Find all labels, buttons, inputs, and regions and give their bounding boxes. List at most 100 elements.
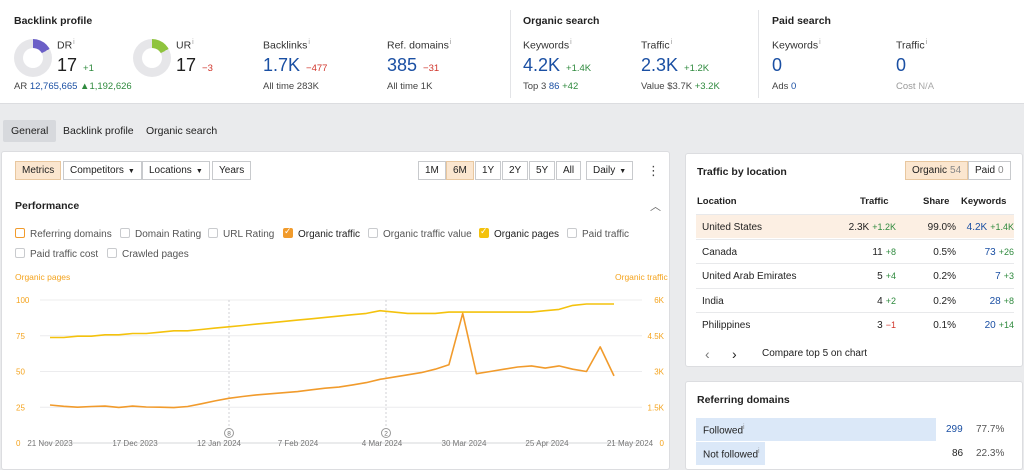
- tab-backlink-profile[interactable]: Backlink profile: [55, 120, 142, 142]
- paid-traffic-value[interactable]: 0: [896, 55, 906, 76]
- ar-value[interactable]: 12,765,665: [30, 81, 78, 92]
- x-tick-label: 30 Mar 2024: [442, 439, 487, 448]
- not-followed-label: Not followed: [703, 449, 759, 461]
- ref-row-followed[interactable]: Followedi 299 77.7%: [696, 418, 1014, 441]
- range-all[interactable]: All: [556, 161, 582, 180]
- metrics-button[interactable]: Metrics: [15, 161, 62, 180]
- x-tick-label: 21 May 2024: [607, 439, 654, 448]
- paid-search-title: Paid search: [772, 15, 831, 27]
- locations-dropdown[interactable]: Locations ▼: [142, 161, 210, 180]
- chevron-down-icon: ▼: [619, 168, 627, 175]
- traffic-by-location-title: Traffic by location: [697, 166, 787, 178]
- divider: [758, 10, 759, 98]
- paid-toggle[interactable]: Paid 0: [968, 161, 1011, 180]
- not-followed-value: 86: [952, 448, 964, 459]
- organic-traffic-label[interactable]: Traffici: [641, 39, 672, 52]
- location-keywords[interactable]: 4.2K +1.4K: [967, 222, 1014, 233]
- tab-general[interactable]: General: [3, 120, 57, 142]
- traffic-by-location-panel: Traffic by location Organic 54 Paid 0 Loca…: [685, 153, 1023, 367]
- checkbox-domain-rating[interactable]: Domain Rating: [120, 228, 201, 242]
- location-row[interactable]: India 4 +2 0.2% 28 +8: [696, 287, 1014, 312]
- more-options-icon[interactable]: ⋮: [647, 164, 660, 180]
- backlink-profile-title: Backlink profile: [14, 15, 93, 27]
- x-tick-label: 25 Apr 2024: [525, 439, 569, 448]
- followed-label: Followed: [703, 425, 744, 437]
- checkbox-paid-traffic[interactable]: Paid traffic: [567, 228, 629, 242]
- col-keywords[interactable]: Keywords: [961, 196, 1006, 207]
- traffic-value-row: Value $3.7K +3.2K: [641, 81, 720, 92]
- dr-value: 17 +1: [57, 55, 94, 75]
- performance-panel: Metrics Competitors ▼ Locations ▼ Years 1M…: [1, 151, 670, 470]
- backlinks-label[interactable]: Backlinksi: [263, 39, 310, 52]
- compare-top5-link[interactable]: Compare top 5 on chart: [762, 348, 867, 359]
- checkbox-referring-domains[interactable]: Referring domains: [15, 228, 112, 242]
- location-share: 99.0%: [927, 222, 956, 233]
- backlinks-value[interactable]: 1.7K −477: [263, 55, 327, 76]
- location-name: India: [702, 295, 724, 307]
- range-1m[interactable]: 1M: [418, 161, 446, 180]
- organic-keywords-label[interactable]: Keywordsi: [523, 39, 572, 52]
- paid-keywords-label[interactable]: Keywordsi: [772, 39, 821, 52]
- divider: [510, 10, 511, 98]
- checkbox-crawled-pages[interactable]: Crawled pages: [107, 248, 189, 262]
- checkbox-organic-pages[interactable]: Organic pages: [479, 226, 559, 242]
- years-button[interactable]: Years: [212, 161, 252, 180]
- col-location[interactable]: Location: [697, 196, 737, 207]
- right-tick-label: 6K: [654, 296, 664, 305]
- cost-row: Cost N/A: [896, 81, 935, 92]
- checkbox-url-rating[interactable]: URL Rating: [208, 228, 274, 242]
- location-name: Philippines: [702, 320, 751, 331]
- col-traffic[interactable]: Traffic: [860, 196, 889, 207]
- location-keywords[interactable]: 28 +8: [990, 296, 1014, 307]
- chevron-down-icon: ▼: [127, 168, 135, 175]
- location-keywords[interactable]: 20 +14: [985, 320, 1014, 331]
- ads-row: Ads 0: [772, 81, 797, 92]
- range-1y[interactable]: 1Y: [475, 161, 502, 180]
- range-2y[interactable]: 2Y: [502, 161, 529, 180]
- col-share[interactable]: Share: [923, 196, 949, 207]
- chevron-down-icon: ▼: [195, 168, 203, 175]
- location-keywords[interactable]: 7 +3: [995, 271, 1014, 282]
- location-traffic: 4 +2: [877, 295, 896, 307]
- right-tick-label: 3K: [654, 368, 664, 377]
- range-5y[interactable]: 5Y: [529, 161, 556, 180]
- x-tick-label: 17 Dec 2023: [112, 439, 158, 448]
- organic-toggle[interactable]: Organic 54: [905, 161, 969, 180]
- checkbox-paid-traffic-cost[interactable]: Paid traffic cost: [15, 248, 98, 262]
- metrics-header: Backlink profile DRi 17 +1 AR 12,765,665 …: [0, 0, 1024, 104]
- backlinks-alltime: All time 283K: [263, 81, 319, 92]
- paid-keywords-value[interactable]: 0: [772, 55, 782, 76]
- annotation-marker-label: 8: [227, 431, 231, 438]
- performance-chart[interactable]: 100 6K 75 4.5K 50 3K 25 1.5K 0 0 21 Nov 2023 17 Dec…: [2, 282, 669, 452]
- location-row[interactable]: Philippines 3 −1 0.1% 20 +14: [696, 312, 1014, 336]
- ur-value: 17 −3: [176, 55, 213, 75]
- ref-domains-value[interactable]: 385 −31: [387, 55, 439, 76]
- tab-organic-search[interactable]: Organic search: [138, 120, 225, 142]
- dr-label[interactable]: DRi: [57, 39, 75, 52]
- range-6m[interactable]: 6M: [446, 161, 474, 180]
- checkbox-organic-traffic-value[interactable]: Organic traffic value: [368, 228, 472, 242]
- location-name: Canada: [702, 246, 738, 258]
- collapse-chevron-icon[interactable]: ︿: [650, 198, 661, 214]
- ref-row-not-followed[interactable]: Not followedi 86 22.3%: [696, 442, 1014, 465]
- checkbox-organic-traffic[interactable]: Organic traffic: [283, 226, 360, 242]
- interval-dropdown[interactable]: Daily ▼: [586, 161, 634, 180]
- left-tick-label: 100: [16, 296, 30, 305]
- competitors-dropdown[interactable]: Competitors ▼: [63, 161, 142, 180]
- ref-domains-label[interactable]: Ref. domainsi: [387, 39, 451, 52]
- organic-keywords-value[interactable]: 4.2K +1.4K: [523, 55, 591, 76]
- ur-label[interactable]: URi: [176, 39, 194, 52]
- location-row[interactable]: United Arab Emirates 5 +4 0.2% 7 +3: [696, 263, 1014, 287]
- paid-traffic-label[interactable]: Traffici: [896, 39, 927, 52]
- left-axis-title: Organic pages: [15, 272, 71, 282]
- followed-value[interactable]: 299: [946, 424, 963, 435]
- followed-pct: 77.7%: [976, 424, 1005, 435]
- left-tick-label: 25: [16, 403, 25, 412]
- prev-page-icon[interactable]: ‹: [705, 346, 710, 362]
- location-row[interactable]: United States 2.3K +1.2K 99.0% 4.2K +1.4K: [696, 214, 1014, 238]
- next-page-icon[interactable]: ›: [732, 346, 737, 362]
- location-row[interactable]: Canada 11 +8 0.5% 73 +26: [696, 238, 1014, 263]
- organic-search-title: Organic search: [523, 15, 600, 27]
- organic-traffic-value[interactable]: 2.3K +1.2K: [641, 55, 709, 76]
- location-keywords[interactable]: 73 +26: [985, 247, 1014, 258]
